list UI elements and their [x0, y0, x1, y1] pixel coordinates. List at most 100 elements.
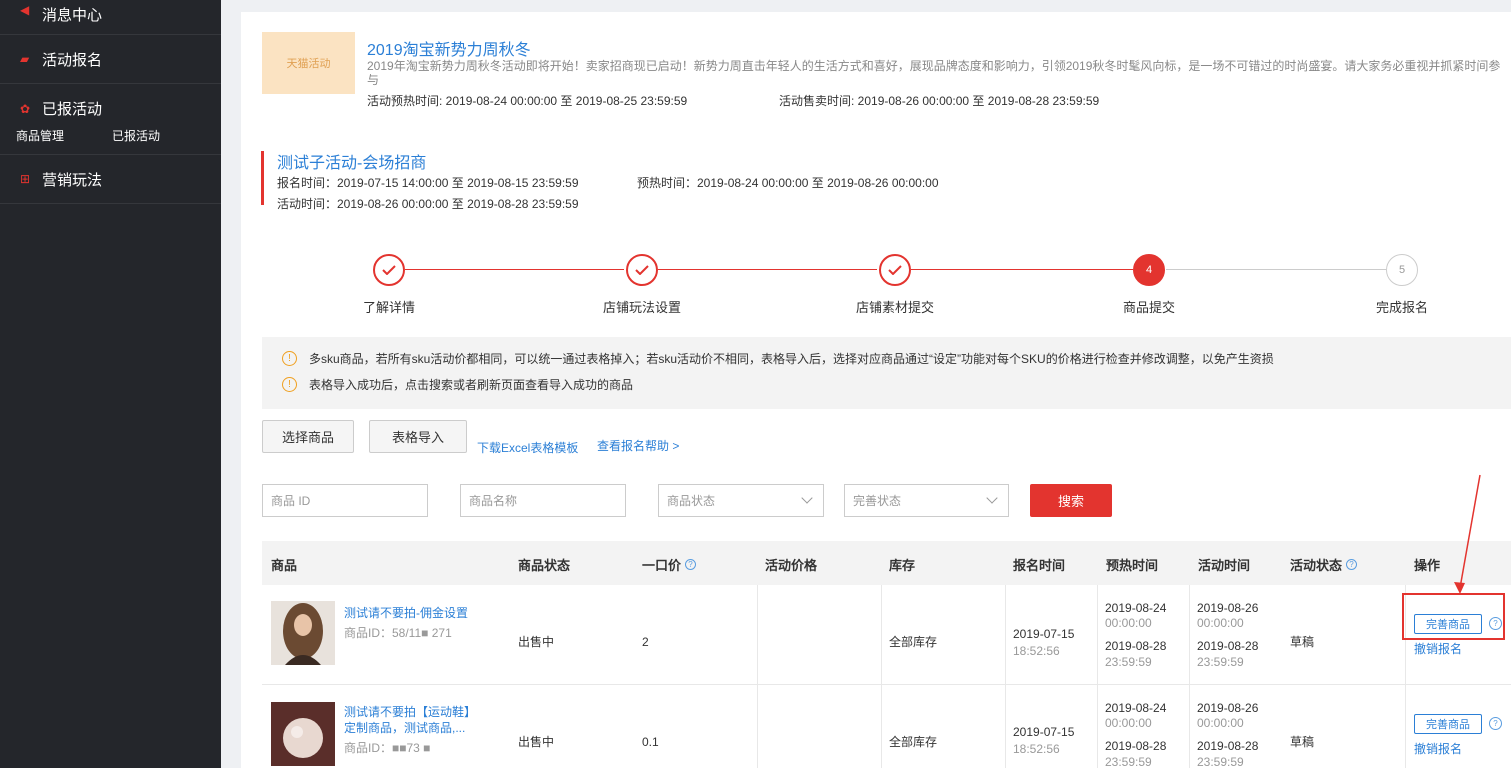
- complete-product-button[interactable]: 完善商品: [1414, 714, 1482, 734]
- sub-activity-preheat-time: 预热时间：2019-08-24 00:00:00 至 2019-08-26 00…: [637, 176, 939, 190]
- col-header-label: 一口价: [642, 558, 682, 573]
- select-value: 商品状态: [667, 494, 716, 508]
- step-label: 店铺玩法设置: [602, 300, 681, 315]
- sidebar-item-messages[interactable]: ◀ 消息中心: [0, 0, 221, 35]
- table-import-button[interactable]: 表格导入: [369, 420, 467, 453]
- product-id: 商品ID：■■73 ■: [344, 741, 431, 755]
- chevron-down-icon: [801, 492, 813, 504]
- highlight-box: [1402, 593, 1505, 640]
- product-status-select[interactable]: 商品状态: [658, 484, 824, 517]
- col-header: 预热时间: [1106, 558, 1159, 573]
- stock: 全部库存: [889, 635, 938, 649]
- select-product-button[interactable]: 选择商品: [262, 420, 354, 453]
- cancel-signup-link[interactable]: 撤销报名: [1414, 740, 1462, 757]
- col-header-label: 活动状态: [1290, 558, 1343, 573]
- activity-title[interactable]: 2019淘宝新势力周秋冬: [367, 36, 531, 60]
- col-header: 商品: [271, 558, 298, 573]
- step-3-check-icon: [879, 254, 911, 286]
- preheat-start-time: 00:00:00: [1105, 616, 1152, 630]
- step-connector: [405, 269, 624, 270]
- col-header: 活动价格: [765, 558, 818, 573]
- activity-end-date: 2019-08-28: [1197, 739, 1259, 753]
- product-price: 2: [642, 635, 649, 649]
- step-connector: [658, 269, 877, 270]
- col-header: 操作: [1414, 558, 1441, 573]
- speaker-icon: ◀: [20, 3, 30, 17]
- sidebar-sub-product-mgmt[interactable]: 商品管理: [16, 127, 112, 144]
- sub-activity-title: 测试子活动-会场招商: [277, 155, 427, 172]
- product-name-link[interactable]: 测试请不要拍【运动鞋】: [344, 704, 476, 720]
- product-name-input[interactable]: 商品名称: [460, 484, 626, 517]
- product-thumbnail[interactable]: [271, 601, 335, 665]
- cancel-signup-link[interactable]: 撤销报名: [1414, 640, 1462, 657]
- notice-text: 多sku商品，若所有sku活动价都相同，可以统一通过表格掉入；若sku活动价不相…: [309, 352, 1274, 366]
- col-header: 报名时间: [1013, 558, 1066, 573]
- sidebar-item-label: 活动报名: [42, 51, 103, 69]
- sub-activity-signup-time: 报名时间：2019-07-15 14:00:00 至 2019-08-15 23…: [277, 176, 579, 190]
- help-icon[interactable]: ?: [1489, 717, 1502, 730]
- signup-date: 2019-07-15: [1013, 725, 1075, 739]
- signup-help-link[interactable]: 查看报名帮助 >: [597, 437, 679, 454]
- sidebar-subnav: 商品管理 已报活动: [0, 127, 221, 155]
- product-id-input[interactable]: 商品 ID: [262, 484, 428, 517]
- chevron-down-icon: [986, 492, 998, 504]
- gift-icon: ⊞: [20, 172, 31, 186]
- signup-date: 2019-07-15: [1013, 627, 1075, 641]
- notice-box: ! 多sku商品，若所有sku活动价都相同，可以统一通过表格掉入；若sku活动价…: [262, 337, 1511, 409]
- step-connector: [911, 269, 1133, 270]
- download-template-link[interactable]: 下载Excel表格模板: [477, 439, 578, 456]
- sub-activity-accent-bar: [261, 151, 264, 205]
- product-thumbnail[interactable]: [271, 702, 335, 766]
- complete-status-select[interactable]: 完善状态: [844, 484, 1009, 517]
- col-header: 库存: [889, 558, 916, 573]
- preheat-end-time: 23:59:59: [1105, 755, 1152, 768]
- sub-activity-active-time: 活动时间：2019-08-26 00:00:00 至 2019-08-28 23…: [277, 197, 579, 211]
- product-name-link[interactable]: 测试请不要拍-佣金设置: [344, 605, 468, 621]
- product-price: 0.1: [642, 735, 659, 749]
- activity-start-time: 00:00:00: [1197, 616, 1244, 630]
- activity-end-time: 23:59:59: [1197, 655, 1244, 669]
- notice-row: ! 多sku商品，若所有sku活动价都相同，可以统一通过表格掉入；若sku活动价…: [282, 350, 1274, 367]
- preheat-start-date: 2019-08-24: [1105, 601, 1167, 615]
- step-1-check-icon: [373, 254, 405, 286]
- help-icon[interactable]: ?: [685, 559, 697, 570]
- main-panel: 天猫活动 2019淘宝新势力周秋冬 2019年淘宝新势力周秋冬活动即将开始！卖家…: [241, 12, 1511, 768]
- col-header: 商品状态: [518, 558, 571, 573]
- activity-status: 草稿: [1290, 735, 1315, 749]
- search-button[interactable]: 搜索: [1030, 484, 1112, 517]
- activity-end-time: 23:59:59: [1197, 755, 1244, 768]
- activity-status: 草稿: [1290, 635, 1315, 649]
- signup-icon: ▰: [20, 52, 30, 66]
- select-value: 完善状态: [853, 494, 902, 508]
- stock: 全部库存: [889, 735, 938, 749]
- col-header: 一口价 ?: [642, 555, 697, 574]
- step-label: 完成报名: [1375, 300, 1428, 315]
- activity-start-date: 2019-08-26: [1197, 601, 1259, 615]
- sidebar-item-label: 营销玩法: [42, 171, 103, 189]
- sidebar-item-reported[interactable]: ✿ 已报活动: [0, 84, 221, 133]
- preheat-start-date: 2019-08-24: [1105, 701, 1167, 715]
- col-header: 活动时间: [1198, 558, 1251, 573]
- preheat-end-time: 23:59:59: [1105, 655, 1152, 669]
- notice-text: 表格导入成功后，点击搜索或者刷新页面查看导入成功的商品: [309, 378, 634, 392]
- sidebar-sub-reported[interactable]: 已报活动: [112, 127, 208, 144]
- activity-badge: 天猫活动: [262, 32, 355, 94]
- step-connector: [1166, 269, 1386, 270]
- product-id: 商品ID：58/11■ 271: [344, 626, 452, 640]
- sidebar-item-signup[interactable]: ▰ 活动报名: [0, 35, 221, 84]
- preheat-end-date: 2019-08-28: [1105, 639, 1167, 653]
- notice-row: ! 表格导入成功后，点击搜索或者刷新页面查看导入成功的商品: [282, 376, 633, 393]
- preheat-start-time: 00:00:00: [1105, 716, 1152, 730]
- step-label: 了解详情: [362, 300, 415, 315]
- help-icon[interactable]: ?: [1346, 559, 1358, 570]
- preheat-end-date: 2019-08-28: [1105, 739, 1167, 753]
- step-4-number: 4: [1133, 254, 1165, 286]
- sidebar-item-marketing[interactable]: ⊞ 营销玩法: [0, 155, 221, 204]
- signup-time: 18:52:56: [1013, 644, 1060, 658]
- col-header: 活动状态 ?: [1290, 555, 1358, 574]
- product-status: 出售中: [518, 635, 555, 649]
- activity-end-date: 2019-08-28: [1197, 639, 1259, 653]
- table-header: 商品 商品状态 一口价 ? 活动价格 库存 报名时间 预热时间 活动时间 活动状…: [262, 541, 1511, 585]
- warning-icon: !: [282, 377, 297, 392]
- product-name-link-line2[interactable]: 定制商品，测试商品,...: [344, 720, 465, 736]
